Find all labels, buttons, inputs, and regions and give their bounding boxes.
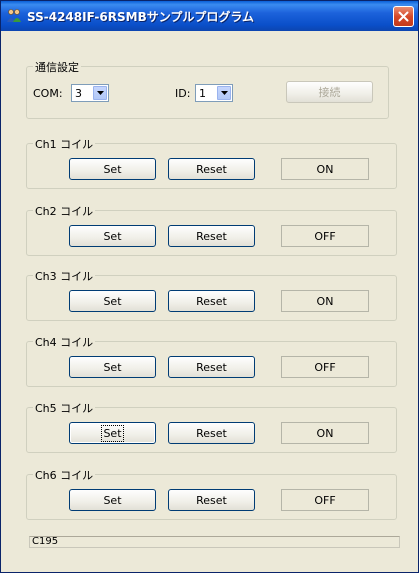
com-port-select[interactable]: 3 [71, 84, 109, 102]
connect-button[interactable]: 接続 [286, 81, 373, 103]
ch6-coil-group: Ch6 コイル Set Reset OFF [26, 467, 397, 520]
ch1-reset-button[interactable]: Reset [168, 158, 255, 180]
status-bar: C195 [29, 536, 400, 548]
ch6-reset-button[interactable]: Reset [168, 489, 255, 511]
ch5-coil-group: Ch5 コイル Set Reset ON [26, 400, 397, 453]
ch3-coil-group: Ch3 コイル Set Reset ON [26, 268, 397, 321]
ch2-reset-button[interactable]: Reset [168, 225, 255, 247]
ch3-reset-button[interactable]: Reset [168, 290, 255, 312]
chevron-down-icon[interactable] [217, 86, 231, 100]
ch4-state: OFF [281, 356, 369, 378]
ch1-set-button[interactable]: Set [69, 158, 156, 180]
close-button[interactable] [393, 6, 414, 27]
ch6-coil-label: Ch6 コイル [33, 467, 96, 483]
close-icon [398, 11, 409, 22]
ch6-set-button[interactable]: Set [69, 489, 156, 511]
ch2-coil-label: Ch2 コイル [33, 203, 96, 219]
ch2-state: OFF [281, 225, 369, 247]
ch4-coil-group: Ch4 コイル Set Reset OFF [26, 334, 397, 387]
ch2-set-button[interactable]: Set [69, 225, 156, 247]
id-value: 1 [199, 87, 206, 100]
ch4-set-button[interactable]: Set [69, 356, 156, 378]
ch1-coil-label: Ch1 コイル [33, 136, 96, 152]
chevron-down-icon[interactable] [93, 86, 107, 100]
title-bar[interactable]: SS-4248IF-6RSMBサンプルプログラム [1, 1, 418, 31]
ch2-coil-group: Ch2 コイル Set Reset OFF [26, 203, 397, 256]
ch3-state: ON [281, 290, 369, 312]
client-area: 通信設定 COM: 3 ID: 1 接続 Ch1 コイル Set Reset O… [4, 31, 415, 571]
com-label: COM: [33, 87, 63, 100]
window-title: SS-4248IF-6RSMBサンプルプログラム [27, 10, 254, 24]
ch1-state: ON [281, 158, 369, 180]
comm-settings-group: 通信設定 COM: 3 ID: 1 接続 [26, 59, 389, 119]
id-select[interactable]: 1 [195, 84, 233, 102]
ch5-reset-button[interactable]: Reset [168, 422, 255, 444]
connect-button-label: 接続 [318, 86, 341, 99]
ch4-reset-button[interactable]: Reset [168, 356, 255, 378]
ch5-set-button[interactable]: Set [69, 422, 156, 444]
id-label: ID: [175, 87, 191, 100]
app-window: SS-4248IF-6RSMBサンプルプログラム 通信設定 COM: 3 ID:… [0, 0, 419, 573]
ch5-coil-label: Ch5 コイル [33, 400, 96, 416]
comm-settings-label: 通信設定 [33, 59, 81, 75]
ch1-coil-group: Ch1 コイル Set Reset ON [26, 136, 397, 189]
ch3-coil-label: Ch3 コイル [33, 268, 96, 284]
com-port-value: 3 [75, 87, 82, 100]
ch6-state: OFF [281, 489, 369, 511]
ch3-set-button[interactable]: Set [69, 290, 156, 312]
people-icon [7, 9, 21, 22]
ch4-coil-label: Ch4 コイル [33, 334, 96, 350]
ch5-state: ON [281, 422, 369, 444]
